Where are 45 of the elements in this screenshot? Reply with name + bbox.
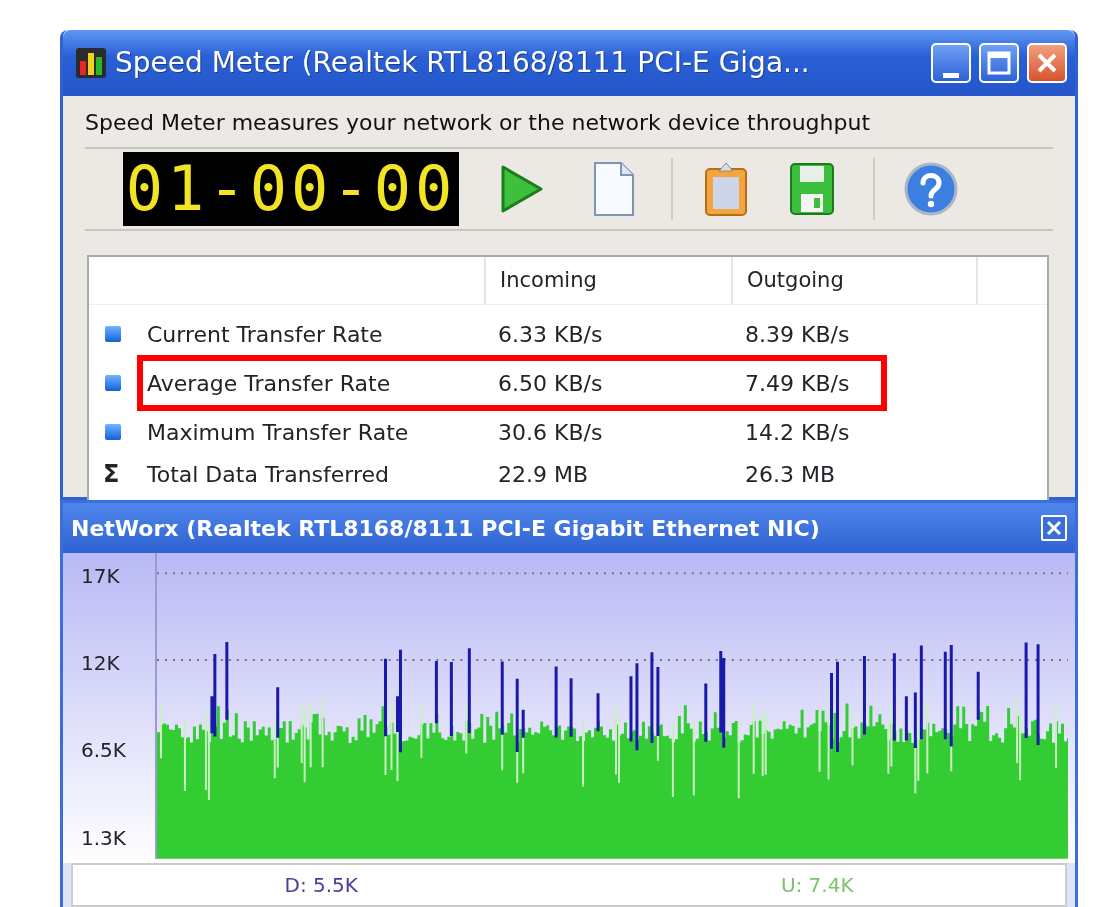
help-icon <box>903 161 959 217</box>
square-icon <box>105 326 121 342</box>
maximize-button[interactable] <box>979 43 1019 83</box>
minimize-icon <box>943 71 959 81</box>
new-document-icon <box>591 161 637 217</box>
square-icon <box>105 424 121 440</box>
maximize-icon <box>987 51 1011 75</box>
close-button[interactable] <box>1027 43 1067 83</box>
save-icon <box>789 161 835 217</box>
column-header[interactable]: Outgoing <box>731 257 976 304</box>
axis-label: 17K <box>81 563 120 590</box>
download-reading: D: 5.5K <box>284 873 358 897</box>
clipboard-button[interactable] <box>703 161 749 217</box>
table-cell-text: 8.39 KB/s <box>745 320 850 349</box>
table-cell-text: 6.50 KB/s <box>498 369 604 398</box>
close-button[interactable] <box>1041 515 1067 541</box>
table-cell-text: 26.3 MB <box>745 460 836 489</box>
square-icon <box>105 375 121 391</box>
column-header[interactable]: Incoming <box>484 257 731 304</box>
close-icon <box>1046 520 1062 536</box>
table-cell-text: 6.33 KB/s <box>498 320 604 349</box>
row-label: Total Data Transferred <box>146 460 391 489</box>
axis-label: 1.3K <box>81 825 126 852</box>
new-document-button[interactable] <box>591 161 637 217</box>
clipboard-icon <box>703 161 749 217</box>
save-button[interactable] <box>789 161 835 217</box>
timer-display: 01-00-00 <box>123 152 459 226</box>
window-title: Speed Meter (Realtek RTL8168/8111 PCI-E Giga... <box>115 45 811 81</box>
sigma-symbol: Σ <box>103 462 121 486</box>
row-label: Maximum Transfer Rate <box>146 418 410 447</box>
row-label: Current Transfer Rate <box>146 320 384 349</box>
axis-label: 6.5K <box>81 737 126 764</box>
panel-title: NetWorx (Realtek RTL8168/8111 PCI-E Gigabit Ethernet NIC) <box>71 514 820 543</box>
minimize-button[interactable] <box>931 43 971 83</box>
description-text: Speed Meter measures your network or the network device throughput <box>84 109 872 137</box>
table-cell-text: 30.6 KB/s <box>498 418 604 447</box>
help-button[interactable] <box>903 161 959 217</box>
table-cell-text: 22.9 MB <box>498 460 590 489</box>
close-icon <box>1035 51 1059 75</box>
table-cell-text: 14.2 KB/s <box>745 418 850 447</box>
table-cell-text: 7.49 KB/s <box>745 369 850 398</box>
row-label: Average Transfer Rate <box>146 369 392 398</box>
upload-reading: U: 7.4K <box>780 873 854 897</box>
app-icon <box>75 47 107 79</box>
axis-label: 12K <box>81 650 120 677</box>
